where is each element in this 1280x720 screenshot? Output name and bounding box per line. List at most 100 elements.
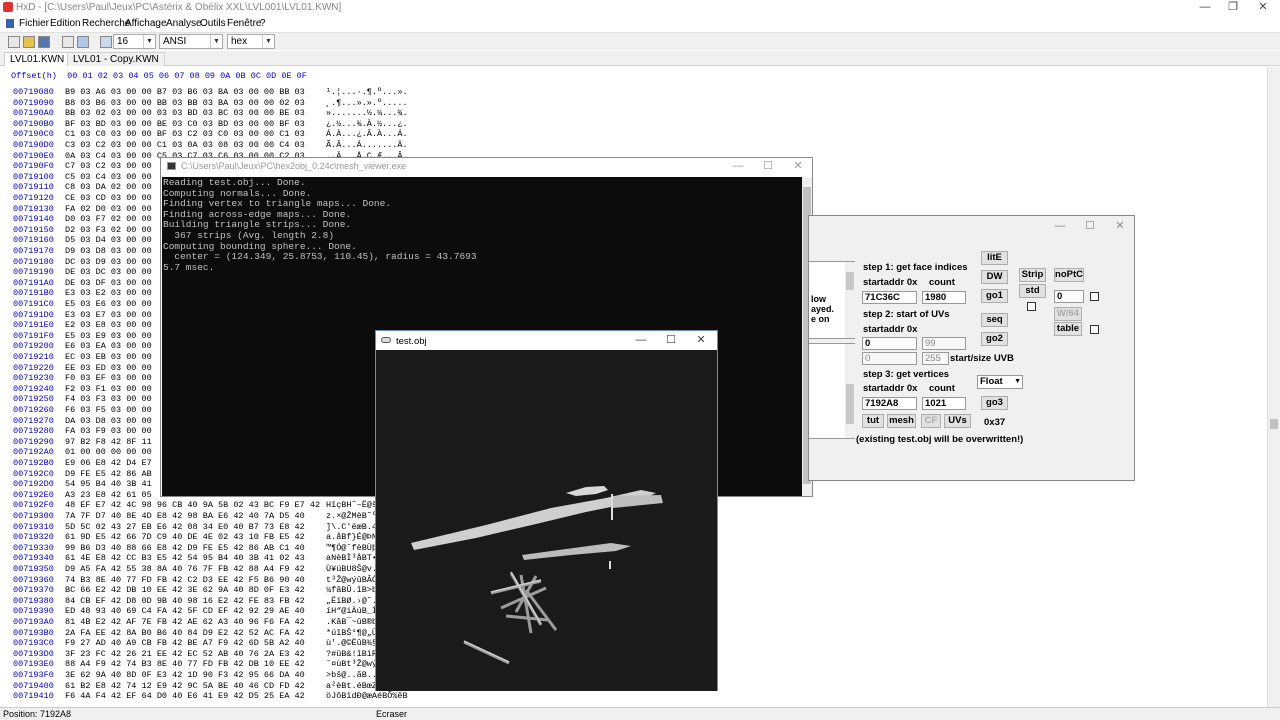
hex-bytes[interactable]: E5 03 E9 03 00 00	[65, 331, 152, 342]
hex-bytes[interactable]: 3F 23 FC 42 26 21 EE 42 EC 52 AB 40 76 2…	[65, 649, 305, 660]
hex-row[interactable]: 007193C0 F9 27 AD 40 A9 CB FB 42 BE A7 F9…	[13, 638, 408, 649]
hex-row[interactable]: 007191A0 DE 03 DF 03 00 00	[13, 278, 152, 289]
hex-row[interactable]: 007191F0 E5 03 E9 03 00 00	[13, 331, 152, 342]
hex-row[interactable]: 00719170 D9 03 D8 03 00 00	[13, 246, 152, 257]
hex-row[interactable]: 00719270 DA 03 D8 03 00 00	[13, 416, 152, 427]
hex-text[interactable]: Á.À...¿.Â.À...Á.	[326, 129, 408, 140]
hex-row[interactable]: 007192A0 01 00 00 00 00 00	[13, 447, 152, 458]
hex-row[interactable]: 007193E0 88 A4 F9 42 74 B3 8E 40 77 FD FB…	[13, 659, 408, 670]
hex-row[interactable]: 00719080 B9 03 A6 03 00 00 B7 03 B6 03 BA…	[13, 87, 408, 98]
hex-row[interactable]: 007190D0 C3 03 C2 03 00 00 C1 03 0A 03 08…	[13, 140, 408, 151]
hex-row[interactable]: 00719240 F2 03 F1 03 00 00	[13, 384, 152, 395]
hex-bytes[interactable]: 88 A4 F9 42 74 B3 8E 40 77 FD FB 42 DB 1…	[65, 659, 305, 670]
go3-button[interactable]: go3	[981, 396, 1008, 410]
hex-row[interactable]: 00719320 61 9D E5 42 66 7D C9 40 DE 4E 02…	[13, 532, 408, 543]
hex-row[interactable]: 00719230 F0 03 EF 03 00 00	[13, 373, 152, 384]
menu-analyse[interactable]: Analyse	[166, 18, 202, 29]
hex-row[interactable]: 00719260 F6 03 F5 03 00 00	[13, 405, 152, 416]
hex-row[interactable]: 00719090 B8 03 B6 03 00 00 BB 03 BB 03 BA…	[13, 98, 408, 109]
hex-row[interactable]: 00719410 F6 4A F4 42 EF 64 D0 40 E6 41 E9…	[13, 691, 408, 702]
hex-bytes[interactable]: FA 03 F9 03 00 00	[65, 426, 152, 437]
minimize-button[interactable]: —	[1190, 0, 1220, 16]
hex-row[interactable]: 007190F0 C7 03 C2 03 00 00	[13, 161, 152, 172]
w64-button[interactable]: W/64	[1054, 307, 1082, 321]
hex-row[interactable]: 00719140 D0 03 F7 02 00 00	[13, 214, 152, 225]
open-folder-icon[interactable]	[23, 36, 35, 48]
hex-bytes[interactable]: BB 03 02 03 00 00 03 03 BD 03 BC 03 00 0…	[65, 108, 305, 119]
vert-count-input[interactable]: 1021	[922, 397, 966, 410]
go1-button[interactable]: go1	[981, 289, 1008, 303]
hex-bytes[interactable]: 61 B2 E8 42 74 12 E9 42 9C 5A BE 40 46 C…	[65, 681, 305, 692]
menu-recherche[interactable]: Recherche	[82, 18, 130, 29]
refresh-icon[interactable]	[77, 36, 89, 48]
hex-bytes[interactable]: FA 02 D0 03 00 00	[65, 204, 152, 215]
hex-bytes[interactable]: 61 4E E8 42 CC B3 E5 42 54 95 B4 40 3B 4…	[65, 553, 305, 564]
dw-button[interactable]: DW	[981, 270, 1008, 284]
hex-bytes[interactable]: 97 B2 F8 42 8F 11	[65, 437, 152, 448]
hex-bytes[interactable]: BF 03 BD 03 00 00 BE 03 C0 03 BD 03 00 0…	[65, 119, 305, 130]
console-maximize-button[interactable]: ☐	[753, 159, 783, 175]
hex-bytes[interactable]: C5 03 C4 03 00 00	[65, 172, 152, 183]
hex-row[interactable]: 00719250 F4 03 F3 03 00 00	[13, 394, 152, 405]
hex-bytes[interactable]: F0 03 EF 03 00 00	[65, 373, 152, 384]
hex-row[interactable]: 00719190 DE 03 DC 03 00 00	[13, 267, 152, 278]
menu-help[interactable]: ?	[260, 18, 266, 29]
hex-bytes[interactable]: F6 4A F4 42 EF 64 D0 40 E6 41 E9 42 D5 2…	[65, 691, 305, 702]
hex-row[interactable]: 007193B0 2A FA EE 42 8A B0 B6 40 84 D9 E2…	[13, 628, 408, 639]
charset-select[interactable]: ANSI ▼	[159, 34, 223, 49]
hex-row[interactable]: 00719310 5D 5C 02 43 27 EB E6 42 08 34 E0…	[13, 522, 408, 533]
mesh-render[interactable]	[376, 350, 717, 691]
hex-bytes[interactable]: C1 03 C0 03 00 00 BF 03 C2 03 C0 03 00 0…	[65, 129, 305, 140]
hex-row[interactable]: 007192D0 54 95 B4 40 3B 41	[13, 479, 152, 490]
hex-text[interactable]: ¹.¦...·.¶.º...».	[326, 87, 408, 98]
viewer-close-button[interactable]: ✕	[686, 333, 716, 349]
hex-bytes[interactable]: C8 03 DA 02 00 00	[65, 182, 152, 193]
log-scrollbar[interactable]	[845, 344, 855, 438]
hex-bytes[interactable]: 61 9D E5 42 66 7D C9 40 DE 4E 02 43 10 F…	[65, 532, 305, 543]
face-count-input[interactable]: 1980	[922, 291, 966, 304]
hex-row[interactable]: 007190A0 BB 03 02 03 00 00 03 03 BD 03 BC…	[13, 108, 408, 119]
hex-bytes[interactable]: ED 48 93 40 69 C4 FA 42 5F CD EF 42 92 2…	[65, 606, 305, 617]
hex-row[interactable]: 00719280 FA 03 F9 03 00 00	[13, 426, 152, 437]
uvb-size-input[interactable]: 255	[922, 352, 949, 365]
hex-bytes[interactable]: EC 03 EB 03 00 00	[65, 352, 152, 363]
go2-button[interactable]: go2	[981, 332, 1008, 346]
hex-row[interactable]: 007192B0 E9 06 E8 42 D4 E7	[13, 458, 152, 469]
hxd-titlebar[interactable]: HxD - [C:\Users\Paul\Jeux\PC\Astérix & O…	[0, 0, 1280, 16]
hex-row[interactable]: 007191D0 E3 03 E7 03 00 00	[13, 310, 152, 321]
hex-bytes[interactable]: 48 EF E7 42 4C 98 96 CB 40 9A 5B 02 43 B…	[65, 500, 320, 511]
hex-row[interactable]: 00719100 C5 03 C4 03 00 00	[13, 172, 152, 183]
hex-bytes[interactable]: BC 66 E2 42 DB 10 EE 42 3E 62 9A 40 8D 0…	[65, 585, 305, 596]
menu-affichage[interactable]: Affichage	[125, 18, 167, 29]
log-scroll-thumb[interactable]	[846, 384, 854, 424]
table-checkbox[interactable]	[1090, 325, 1099, 334]
hex-bytes[interactable]: 2A FA EE 42 8A B0 B6 40 84 D9 E2 42 52 A…	[65, 628, 305, 639]
noptc-button[interactable]: noPtC	[1054, 268, 1084, 282]
hex-row[interactable]: 00719300 7A 7F D7 40 8E 4D E8 42 98 BA E6…	[13, 511, 408, 522]
mesh-button[interactable]: mesh	[887, 414, 916, 428]
hex-bytes[interactable]: B8 03 B6 03 00 00 BB 03 BB 03 BA 03 00 0…	[65, 98, 305, 109]
vertical-scrollbar[interactable]	[1267, 67, 1280, 707]
std-button[interactable]: std	[1019, 284, 1046, 298]
uvs-button[interactable]: UVs	[944, 414, 971, 428]
close-button[interactable]: ✕	[1248, 0, 1278, 16]
tut-button[interactable]: tut	[862, 414, 884, 428]
memo-scroll-thumb[interactable]	[846, 272, 854, 290]
hex-bytes[interactable]: 84 CB EF 42 D8 0D 9B 40 98 16 E2 42 FE 8…	[65, 596, 305, 607]
hex-text[interactable]: öJôBïdÐ@æAéBÕ%êB	[326, 691, 408, 702]
hex-bytes[interactable]: 3E 62 9A 40 8D 0F E3 42 1D 90 F3 42 95 6…	[65, 670, 305, 681]
hex-row[interactable]: 00719380 84 CB EF 42 D8 0D 9B 40 98 16 E2…	[13, 596, 408, 607]
hex-row[interactable]: 007190B0 BF 03 BD 03 00 00 BE 03 C0 03 BD…	[13, 119, 408, 130]
hex-bytes[interactable]: E6 03 EA 03 00 00	[65, 341, 152, 352]
hex-row[interactable]: 007193D0 3F 23 FC 42 26 21 EE 42 EC 52 AB…	[13, 649, 408, 660]
menu-fichier[interactable]: Fichier	[19, 18, 49, 29]
console-close-button[interactable]: ✕	[783, 159, 813, 175]
hex-bytes[interactable]: E9 06 E8 42 D4 E7	[65, 458, 152, 469]
hex-row[interactable]: 00719130 FA 02 D0 03 00 00	[13, 204, 152, 215]
hex-bytes[interactable]: E3 03 E2 03 00 00	[65, 288, 152, 299]
hex-bytes[interactable]: DC 03 D9 03 00 00	[65, 257, 152, 268]
tab-lvl01[interactable]: LVL01.KWN	[4, 52, 71, 66]
hex-row[interactable]: 00719330 99 B6 D3 40 88 66 E8 42 D9 FE E5…	[13, 543, 408, 554]
hex-bytes[interactable]: F6 03 F5 03 00 00	[65, 405, 152, 416]
hex-bytes[interactable]: DE 03 DC 03 00 00	[65, 267, 152, 278]
